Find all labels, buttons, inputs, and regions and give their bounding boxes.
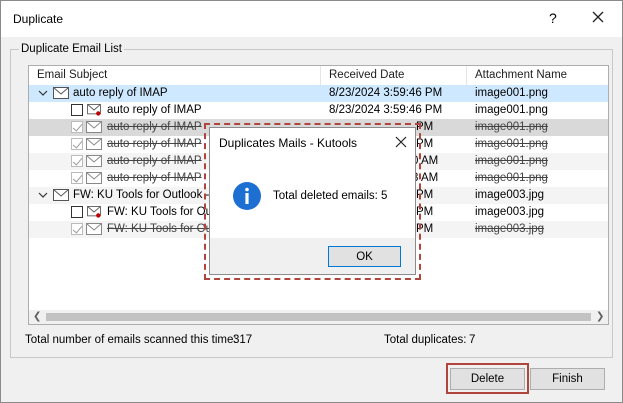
envelope-icon bbox=[86, 138, 102, 150]
title-bar: Duplicate ? bbox=[1, 1, 622, 37]
duplicates-label: Total duplicates: bbox=[384, 334, 467, 346]
column-divider[interactable] bbox=[466, 66, 467, 86]
envelope-icon bbox=[86, 121, 102, 133]
attachment-name: image003.jpg bbox=[475, 206, 545, 218]
received-date: 8/23/2024 3:59:46 PM bbox=[329, 104, 443, 116]
email-subject: auto reply of IMAP bbox=[107, 172, 202, 184]
attachment-name: image003.jpg bbox=[475, 223, 545, 235]
attachment-name: image001.png bbox=[475, 121, 548, 133]
scroll-right-icon[interactable]: ❯ bbox=[596, 311, 604, 322]
scanned-count: 317 bbox=[233, 334, 253, 346]
group-row[interactable]: auto reply of IMAP 8/23/2024 3:59:46 PM … bbox=[29, 85, 608, 102]
scanned-label: Total number of emails scanned this time… bbox=[25, 334, 237, 346]
help-button[interactable]: ? bbox=[549, 10, 557, 26]
table-row[interactable]: auto reply of IMAP 8/23/2024 3:59:46 PM … bbox=[29, 102, 608, 119]
duplicates-count: 7 bbox=[469, 334, 476, 346]
attachment-name: image001.png bbox=[475, 104, 548, 116]
col-email-subject[interactable]: Email Subject bbox=[37, 69, 107, 81]
email-subject: auto reply of IMAP bbox=[107, 104, 202, 116]
col-received-date[interactable]: Received Date bbox=[329, 69, 404, 81]
received-date: 8/23/2024 3:59:46 PM bbox=[329, 87, 443, 99]
envelope-icon bbox=[86, 223, 102, 235]
row-checkbox[interactable] bbox=[71, 104, 83, 116]
envelope-icon bbox=[86, 155, 102, 167]
horizontal-scrollbar[interactable]: ❮ ❯ bbox=[29, 310, 608, 324]
finish-button[interactable]: Finish bbox=[530, 368, 605, 390]
group-label: Duplicate Email List bbox=[19, 43, 124, 55]
row-checkbox[interactable] bbox=[71, 206, 83, 218]
envelope-icon bbox=[86, 172, 102, 184]
attachment-name: image001.png bbox=[475, 87, 548, 99]
chevron-down-icon[interactable] bbox=[38, 88, 48, 98]
close-icon[interactable] bbox=[591, 10, 605, 24]
email-subject: auto reply of IMAP bbox=[107, 155, 202, 167]
row-checkbox[interactable] bbox=[71, 138, 83, 150]
row-checkbox[interactable] bbox=[71, 172, 83, 184]
email-subject: auto reply of IMAP bbox=[73, 87, 168, 99]
envelope-unread-icon bbox=[87, 206, 101, 218]
row-checkbox[interactable] bbox=[71, 155, 83, 167]
col-attachment-name[interactable]: Attachment Name bbox=[475, 69, 567, 81]
envelope-icon bbox=[53, 87, 69, 99]
attachment-name: image003.jpg bbox=[475, 189, 545, 201]
dialog-highlight bbox=[204, 123, 421, 280]
scrollbar-thumb[interactable] bbox=[46, 313, 591, 321]
email-subject: FW: KU Tools for Out bbox=[107, 223, 216, 235]
chevron-down-icon[interactable] bbox=[38, 190, 48, 200]
email-subject: FW: KU Tools for Outlook - bbox=[73, 189, 210, 201]
row-checkbox[interactable] bbox=[71, 223, 83, 235]
attachment-name: image001.png bbox=[475, 138, 548, 150]
attachment-name: image001.png bbox=[475, 172, 548, 184]
list-header: Email Subject Received Date Attachment N… bbox=[29, 66, 608, 86]
column-divider[interactable] bbox=[320, 66, 321, 86]
envelope-icon bbox=[53, 189, 69, 201]
duplicate-window: Duplicate ? Duplicate Email List Email S… bbox=[0, 0, 623, 403]
email-subject: auto reply of IMAP bbox=[107, 138, 202, 150]
envelope-unread-icon bbox=[87, 104, 101, 116]
attachment-name: image001.png bbox=[475, 155, 548, 167]
window-title: Duplicate bbox=[13, 12, 64, 26]
delete-highlight bbox=[446, 363, 529, 394]
email-subject: auto reply of IMAP bbox=[107, 121, 202, 133]
row-checkbox[interactable] bbox=[71, 121, 83, 133]
email-subject: FW: KU Tools for Out bbox=[107, 206, 216, 218]
scroll-left-icon[interactable]: ❮ bbox=[33, 311, 41, 322]
